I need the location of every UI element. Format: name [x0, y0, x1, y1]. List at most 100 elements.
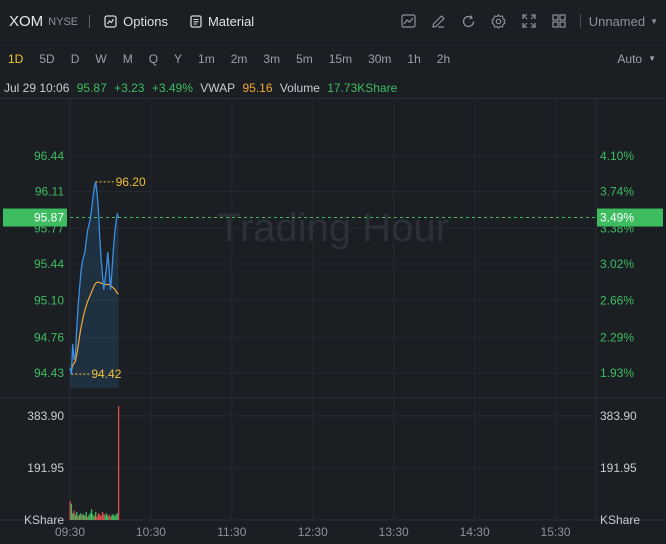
watermark-text: Trading Hour [217, 206, 449, 250]
period-5d[interactable]: 5D [31, 46, 62, 72]
layout-selector[interactable]: Unnamed ▼ [589, 14, 658, 29]
settings-gear-icon[interactable] [484, 0, 514, 42]
time-tick-label: 14:30 [460, 525, 490, 539]
toolbar: Unnamed ▼ [394, 0, 666, 42]
volume-tick-label: 191.95 [27, 461, 64, 475]
volume-bar [69, 501, 71, 520]
document-icon [190, 14, 202, 28]
info-volume-value: 17.73KShare [327, 81, 398, 95]
scale-mode-label: Auto [617, 52, 643, 66]
info-vwap-value: 95.16 [242, 81, 273, 95]
volume-bar [96, 516, 98, 520]
volume-bar [108, 514, 110, 520]
volume-bar [97, 513, 100, 520]
volume-bar [77, 515, 79, 520]
period-5m[interactable]: 5m [288, 46, 321, 72]
volume-bar [73, 510, 75, 520]
options-chart-icon [104, 14, 117, 28]
volume-bar [78, 514, 81, 520]
volume-bar [88, 515, 90, 520]
divider [579, 14, 581, 28]
options-button[interactable]: Options [104, 14, 168, 29]
volume-bar [89, 513, 91, 520]
price-tick-label: 94.43 [34, 366, 64, 380]
period-2m[interactable]: 2m [223, 46, 256, 72]
pct-tick-label: 2.66% [600, 294, 634, 308]
low-label: 94.42 [91, 367, 121, 381]
chart-type-icon[interactable] [394, 0, 424, 42]
volume-bar [95, 511, 97, 520]
layout-grid-icon[interactable] [544, 0, 574, 42]
period-m[interactable]: M [115, 46, 141, 72]
info-change-pct: +3.49% [151, 81, 193, 95]
volume-bar [109, 516, 112, 520]
chart-area[interactable]: 09:30 10:30 11:30 12:30 13:30 14:30 15:30 96.44… [0, 98, 666, 544]
layout-name-label: Unnamed [588, 13, 646, 29]
period-1m[interactable]: 1m [190, 46, 223, 72]
volume-bar [111, 515, 113, 520]
volume-bar [81, 515, 83, 520]
time-tick-label: 10:30 [136, 525, 166, 539]
period-w[interactable]: W [87, 46, 114, 72]
volume-bar [72, 513, 74, 520]
period-15m[interactable]: 15m [321, 46, 360, 72]
current-price-tag: 95.87 [34, 211, 64, 225]
pct-tick-label: 4.10% [600, 149, 634, 163]
volume-bar [103, 514, 105, 520]
volume-bar [92, 514, 94, 520]
exchange-label: NYSE [48, 16, 79, 28]
period-d[interactable]: D [63, 46, 88, 72]
period-3m[interactable]: 3m [255, 46, 288, 72]
period-bar: 1D 5D D W M Q Y 1m 2m 3m 5m 15m 30m 1h 2h Auto ▼ [0, 45, 666, 71]
volume-tick-label: 383.90 [600, 409, 637, 423]
volume-bar [84, 515, 86, 520]
price-tick-label: 96.11 [35, 185, 64, 199]
volume-bar [86, 516, 89, 520]
info-change: +3.23 [114, 81, 145, 95]
period-30m[interactable]: 30m [360, 46, 399, 72]
draw-pencil-icon[interactable] [424, 0, 454, 42]
volume-bar [105, 513, 108, 520]
pct-tick-label: 3.74% [600, 185, 634, 199]
divider [89, 14, 91, 28]
caret-down-icon: ▼ [650, 16, 658, 26]
scale-mode-selector[interactable]: Auto ▼ [617, 46, 656, 72]
volume-bar [99, 514, 101, 520]
volume-bar [117, 406, 120, 520]
volume-bar [116, 513, 118, 520]
reset-icon[interactable] [454, 0, 484, 42]
volume-bar [82, 514, 85, 520]
volume-bar [104, 515, 106, 520]
info-bar: Jul 29 10:06 95.87 +3.23 +3.49% VWAP 95.… [4, 81, 401, 95]
volume-bar [100, 515, 102, 520]
volume-bar [93, 515, 95, 520]
volume-bar [101, 511, 104, 520]
time-tick-label: 11:30 [217, 525, 246, 539]
period-q[interactable]: Q [141, 46, 166, 72]
time-tick-label: 09:30 [55, 525, 85, 539]
period-1h[interactable]: 1h [399, 46, 428, 72]
info-price: 95.87 [76, 81, 107, 95]
ticker-symbol[interactable]: XOM [9, 13, 43, 30]
volume-tick-label: 191.95 [600, 461, 637, 475]
volume-bar [112, 514, 114, 520]
volume-bar [80, 513, 82, 520]
info-volume-label: Volume [279, 81, 320, 95]
period-2h[interactable]: 2h [429, 46, 458, 72]
price-tick-label: 95.10 [34, 294, 64, 308]
volume-unit-label: KShare [24, 513, 64, 527]
fullscreen-icon[interactable] [514, 0, 544, 42]
volume-bar [76, 511, 78, 520]
volume-bar [107, 515, 109, 520]
time-tick-label: 12:30 [298, 525, 328, 539]
current-pct-tag: 3.49% [600, 211, 634, 225]
price-tick-label: 94.76 [34, 330, 64, 344]
material-button[interactable]: Material [190, 14, 254, 29]
volume-bar [90, 509, 93, 520]
period-1d[interactable]: 1D [0, 46, 31, 72]
intraday-chart[interactable]: 09:30 10:30 11:30 12:30 13:30 14:30 15:30 96.44… [0, 98, 666, 544]
volume-bar [113, 515, 116, 520]
price-tick-label: 96.44 [34, 149, 64, 163]
period-y[interactable]: Y [166, 46, 190, 72]
caret-down-icon: ▼ [648, 54, 656, 63]
